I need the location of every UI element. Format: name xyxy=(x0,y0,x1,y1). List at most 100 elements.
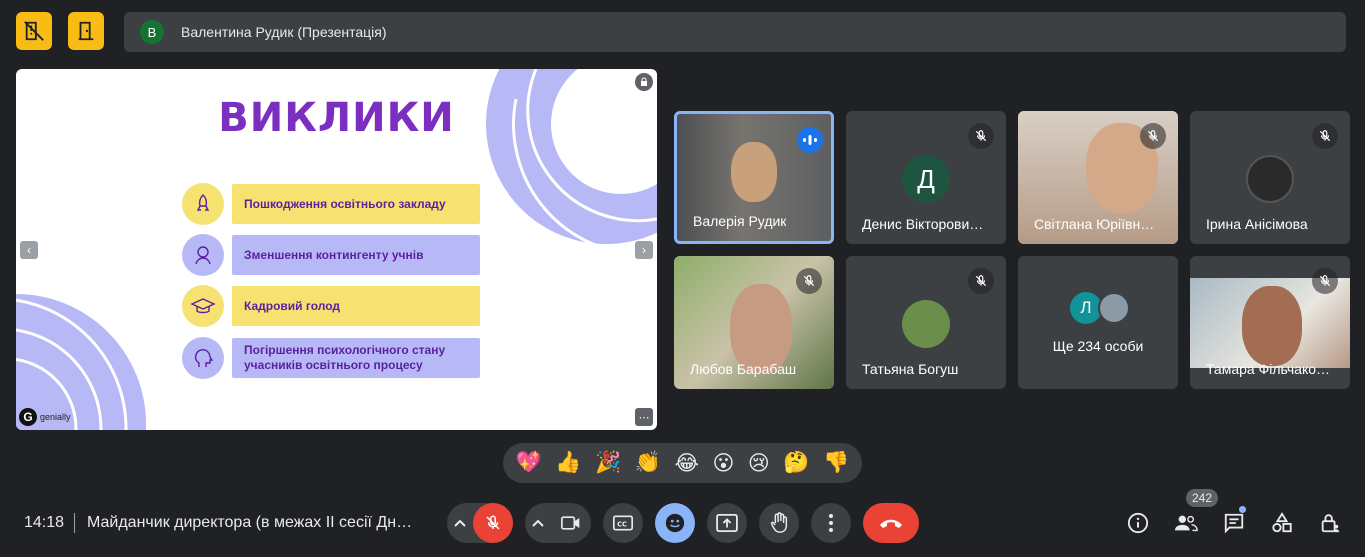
info-icon xyxy=(1127,512,1149,534)
head-mind-icon xyxy=(182,337,224,379)
reaction-surprised[interactable]: 😮 xyxy=(713,451,735,476)
present-to-all-icon xyxy=(716,514,738,532)
divider xyxy=(74,513,75,533)
clock: 14:18 xyxy=(24,514,65,531)
door-icon xyxy=(78,21,94,41)
participant-avatar: Д xyxy=(902,155,950,203)
slide-item: Зменшення контингенту учнів xyxy=(182,234,480,276)
more-options-button[interactable] xyxy=(811,503,851,543)
reaction-thumbs-up[interactable]: 👍 xyxy=(555,451,581,475)
participant-name: Любов Барабаш xyxy=(690,361,797,377)
meeting-title: Майданчик директора (в межах ІІ сесії Дн… xyxy=(87,514,413,531)
emoji-reactions-button[interactable] xyxy=(655,503,695,543)
participant-avatar-photo xyxy=(1246,155,1294,203)
reaction-sparkling-heart[interactable]: 💖 xyxy=(516,451,542,475)
genially-brand: genially xyxy=(40,412,71,422)
others-tile[interactable]: Л Ще 234 особи xyxy=(1018,256,1178,389)
people-icon xyxy=(1174,515,1198,532)
reaction-party-popper[interactable]: 🎉 xyxy=(595,451,621,475)
video-options-button[interactable] xyxy=(525,519,551,527)
presenter-avatar: В xyxy=(140,20,164,44)
chevron-up-icon xyxy=(454,519,466,527)
chat-icon xyxy=(1224,513,1244,534)
more-vertical-icon xyxy=(829,514,833,532)
host-lock-person-icon xyxy=(1321,514,1340,533)
chat-unread-dot xyxy=(1239,506,1246,513)
svg-text:CC: CC xyxy=(617,520,627,528)
slide-lock-button[interactable] xyxy=(635,73,653,91)
hide-self-view-button[interactable] xyxy=(16,12,52,50)
leave-call-button[interactable] xyxy=(863,503,919,543)
participant-tile[interactable]: Татьяна Богуш xyxy=(846,256,1006,389)
mic-off-icon xyxy=(1312,268,1338,294)
chat-button[interactable] xyxy=(1214,503,1254,543)
participant-tile[interactable]: Любов Барабаш xyxy=(674,256,834,389)
meeting-details-button[interactable] xyxy=(1118,503,1158,543)
reaction-tears-of-joy[interactable]: 😂 xyxy=(674,451,699,476)
mic-off-icon xyxy=(968,268,994,294)
audio-level-icon xyxy=(803,135,817,145)
building-off-icon xyxy=(24,21,44,41)
closed-captions-icon: CC xyxy=(613,515,633,531)
emoji-icon xyxy=(665,513,685,533)
camera-toggle-button[interactable] xyxy=(551,503,591,543)
activities-button[interactable] xyxy=(1262,503,1302,543)
present-screen-button[interactable] xyxy=(707,503,747,543)
graduation-cap-icon xyxy=(182,285,224,327)
slide-item: Кадровий голод xyxy=(182,285,480,327)
host-controls-button[interactable] xyxy=(1310,503,1350,543)
participant-name: Татьяна Богуш xyxy=(862,361,959,377)
speaking-indicator xyxy=(797,127,823,153)
slide-prev-button[interactable]: ‹ xyxy=(20,241,38,259)
participant-tile[interactable]: Валерія Рудик xyxy=(674,111,834,244)
presenter-label: Валентина Рудик (Презентація) xyxy=(181,24,387,40)
video-control-group xyxy=(525,503,591,543)
presenter-bar[interactable]: В Валентина Рудик (Презентація) xyxy=(124,12,1346,52)
genially-g-icon: G xyxy=(19,408,37,426)
reaction-clapping[interactable]: 👏 xyxy=(635,451,661,475)
presentation-slide[interactable]: ВИКЛИКИ Пошкодження освітнього закладу З… xyxy=(16,69,657,430)
reactions-bar: 💖 👍 🎉 👏 😂 😮 😢 🤔 👎 xyxy=(503,443,862,483)
lock-icon xyxy=(641,77,647,86)
slide-more-button[interactable]: ⋯ xyxy=(635,408,653,426)
mic-off-icon xyxy=(1140,123,1166,149)
captions-button[interactable]: CC xyxy=(603,503,643,543)
student-icon xyxy=(182,234,224,276)
participant-name: Валерія Рудик xyxy=(693,213,787,229)
slide-item: Погіршення психологічного стану учасникі… xyxy=(182,337,480,379)
participant-avatar-photo xyxy=(902,300,950,348)
audio-options-button[interactable] xyxy=(447,519,473,527)
participant-tile[interactable]: Д Денис Вікторови… xyxy=(846,111,1006,244)
participant-tile[interactable]: Ірина Анісімова xyxy=(1190,111,1350,244)
reaction-thumbs-down[interactable]: 👎 xyxy=(823,451,849,475)
participant-tile[interactable]: Світлана Юріївн… xyxy=(1018,111,1178,244)
videocam-icon xyxy=(561,516,580,530)
slide-next-button[interactable]: › xyxy=(635,241,653,259)
hand-icon xyxy=(770,512,788,533)
others-avatar-photo xyxy=(1098,292,1130,324)
reaction-crying[interactable]: 😢 xyxy=(748,451,770,476)
mic-off-icon xyxy=(796,268,822,294)
mic-off-icon xyxy=(968,123,994,149)
slide-item-text: Пошкодження освітнього закладу xyxy=(232,184,480,224)
genially-logo: G genially xyxy=(19,408,71,426)
mic-toggle-button[interactable] xyxy=(473,503,513,543)
activities-shapes-icon xyxy=(1272,512,1292,533)
participant-name: Денис Вікторови… xyxy=(862,216,984,232)
participant-tile[interactable]: Тамара Фільчако… xyxy=(1190,256,1350,389)
people-button[interactable] xyxy=(1166,503,1206,543)
call-end-icon xyxy=(880,519,902,528)
door-button[interactable] xyxy=(68,12,104,50)
mic-off-icon xyxy=(1312,123,1338,149)
rocket-icon xyxy=(182,183,224,225)
reaction-thinking[interactable]: 🤔 xyxy=(783,451,809,475)
slide-item-text: Погіршення психологічного стану учасникі… xyxy=(232,338,480,378)
participant-video-person xyxy=(731,142,777,202)
participant-video-person xyxy=(1242,286,1302,366)
participant-name: Ірина Анісімова xyxy=(1206,216,1308,232)
slide-item-text: Зменшення контингенту учнів xyxy=(232,235,480,275)
audio-control-group xyxy=(447,503,513,543)
participant-name: Тамара Фільчако… xyxy=(1206,361,1331,377)
raise-hand-button[interactable] xyxy=(759,503,799,543)
more-horizontal-icon: ⋯ xyxy=(638,411,650,424)
